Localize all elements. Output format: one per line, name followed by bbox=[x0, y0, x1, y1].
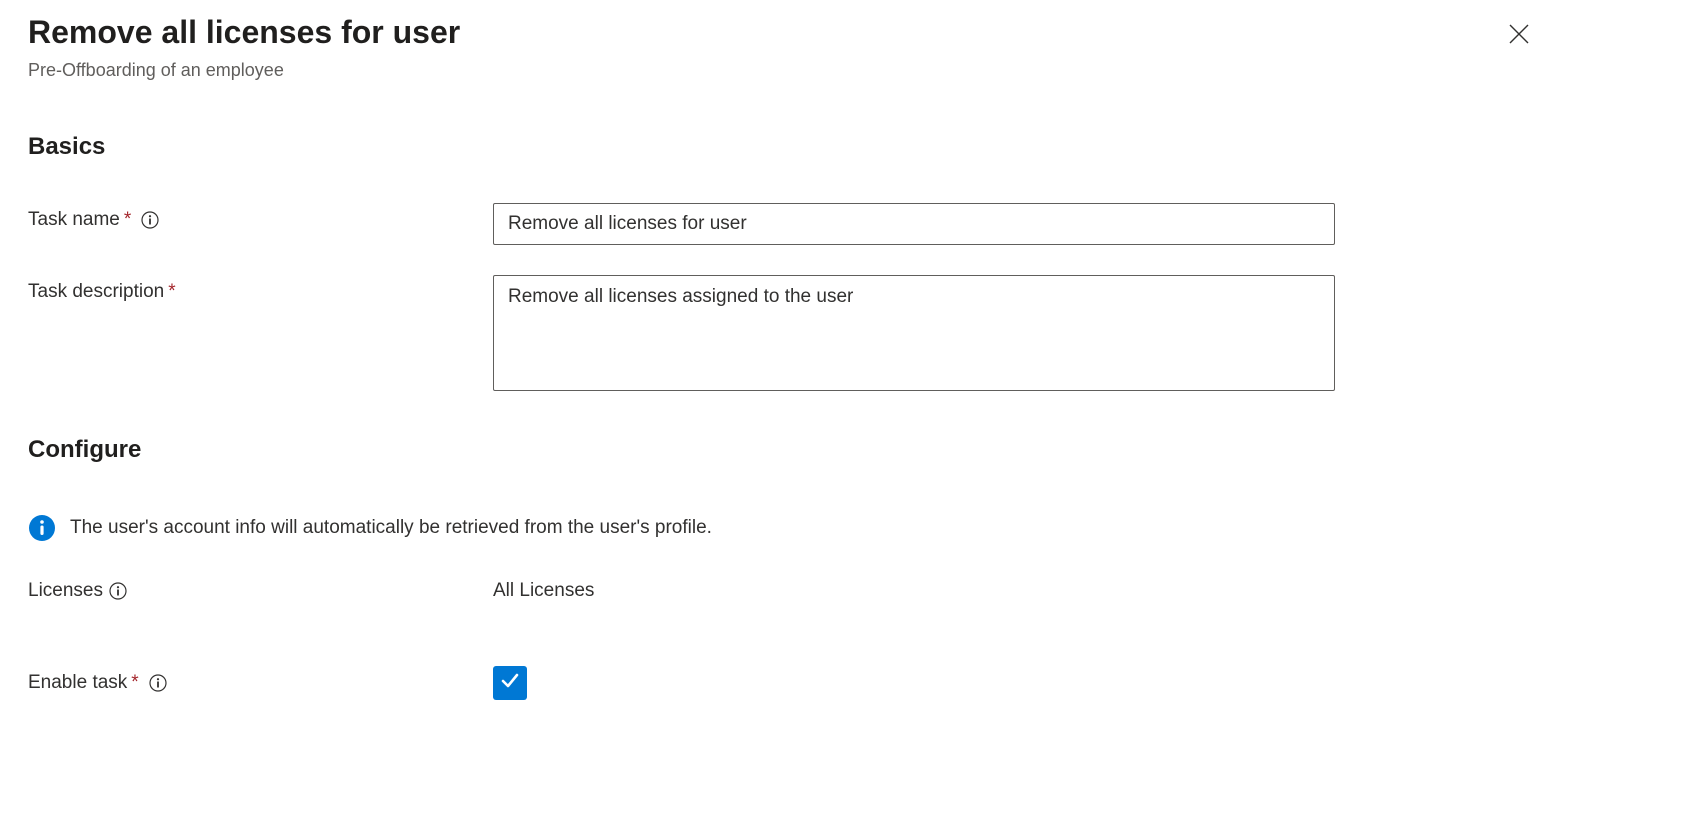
info-banner: The user's account info will automatical… bbox=[28, 514, 1657, 542]
required-indicator: * bbox=[124, 209, 131, 231]
page-title: Remove all licenses for user bbox=[28, 12, 460, 54]
enable-task-checkbox[interactable] bbox=[493, 666, 527, 700]
info-banner-text: The user's account info will automatical… bbox=[70, 517, 712, 539]
required-indicator: * bbox=[168, 281, 175, 303]
required-indicator: * bbox=[131, 672, 138, 694]
task-name-label: Task name bbox=[28, 209, 120, 231]
close-button[interactable] bbox=[1501, 16, 1537, 55]
section-configure-heading: Configure bbox=[28, 436, 1657, 464]
info-icon[interactable] bbox=[149, 674, 167, 692]
close-icon bbox=[1507, 34, 1531, 49]
licenses-value: All Licenses bbox=[493, 580, 594, 601]
task-name-input[interactable] bbox=[493, 203, 1335, 245]
task-description-input[interactable] bbox=[493, 275, 1335, 391]
section-basics-heading: Basics bbox=[28, 133, 1657, 161]
enable-task-label: Enable task bbox=[28, 672, 127, 694]
page-subtitle: Pre-Offboarding of an employee bbox=[28, 60, 460, 81]
info-icon bbox=[28, 514, 56, 542]
task-description-label: Task description bbox=[28, 281, 164, 303]
info-icon[interactable] bbox=[141, 211, 159, 229]
checkmark-icon bbox=[499, 669, 521, 696]
licenses-label: Licenses bbox=[28, 580, 103, 602]
info-icon[interactable] bbox=[109, 582, 127, 600]
